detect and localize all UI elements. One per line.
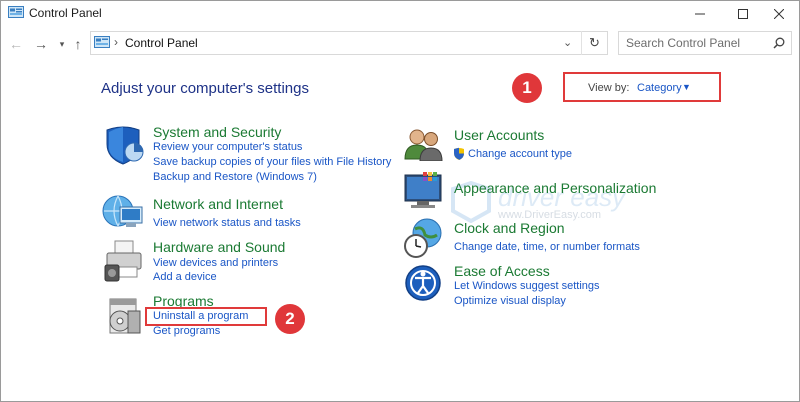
callout-marker-1: 1 [512,73,542,103]
view-by-label: View by: [588,82,630,94]
printer-icon [104,240,142,282]
callout-marker-2: 2 [275,304,305,334]
shield-icon [106,126,144,165]
view-by-dropdown[interactable]: Category [637,82,682,94]
search-icon[interactable] [773,37,785,49]
view-by-chevron-icon[interactable]: ▼ [682,82,691,92]
link-get-programs[interactable]: Get programs [153,325,220,337]
close-button[interactable] [761,1,797,26]
link-change-account-type[interactable]: Change account type [468,148,572,160]
link-devices-printers[interactable]: View devices and printers [153,257,278,269]
link-windows-suggest-settings[interactable]: Let Windows suggest settings [454,280,600,292]
up-arrow-icon: ↑ [74,36,82,52]
link-optimize-visual-display[interactable]: Optimize visual display [454,295,566,307]
close-icon [774,8,784,19]
address-divider [581,31,582,55]
category-title-hardware-sound[interactable]: Hardware and Sound [153,239,285,255]
control-panel-icon [94,36,110,48]
link-file-history[interactable]: Save backup copies of your files with Fi… [153,156,391,168]
breadcrumb-separator-icon: › [114,35,118,49]
programs-icon [109,298,141,334]
maximize-button[interactable] [725,1,761,26]
link-network-status[interactable]: View network status and tasks [153,217,301,229]
accessibility-icon [405,265,441,301]
page-title: Adjust your computer's settings [101,80,309,97]
search-placeholder: Search Control Panel [626,36,741,50]
link-backup-restore[interactable]: Backup and Restore (Windows 7) [153,171,317,183]
link-review-status[interactable]: Review your computer's status [153,141,302,153]
address-dropdown-icon[interactable]: ⌄ [563,36,572,49]
link-add-device[interactable]: Add a device [153,271,217,283]
category-title-system-security[interactable]: System and Security [153,124,281,140]
uac-shield-icon [454,147,464,160]
forward-button[interactable]: → [32,34,50,54]
minimize-icon [695,13,705,14]
back-arrow-icon: ← [9,36,23,52]
control-panel-icon [8,6,24,18]
minimize-button[interactable] [682,1,718,26]
monitor-icon [404,172,442,208]
clock-globe-icon [404,218,442,258]
category-title-network-internet[interactable]: Network and Internet [153,196,283,212]
category-title-clock-region[interactable]: Clock and Region [454,220,565,236]
network-icon [102,195,143,227]
category-title-appearance[interactable]: Appearance and Personalization [454,180,656,196]
maximize-icon [738,8,748,19]
category-title-ease-of-access[interactable]: Ease of Access [454,263,550,279]
link-date-time-formats[interactable]: Change date, time, or number formats [454,241,640,253]
control-panel-window: Control Panel ← → ▾ ↑ › Control Panel ⌄ … [0,0,800,402]
breadcrumb-control-panel[interactable]: Control Panel [125,36,198,50]
forward-arrow-icon: → [34,36,48,52]
up-button[interactable]: ↑ [69,34,87,54]
link-uninstall-program[interactable]: Uninstall a program [153,310,248,322]
chevron-down-icon: ▾ [59,38,65,49]
category-title-user-accounts[interactable]: User Accounts [454,127,544,143]
window-title: Control Panel [29,6,102,20]
back-button[interactable]: ← [7,34,25,54]
users-icon [404,129,443,161]
refresh-icon[interactable]: ↻ [589,35,600,51]
title-bar: Control Panel [1,1,799,26]
